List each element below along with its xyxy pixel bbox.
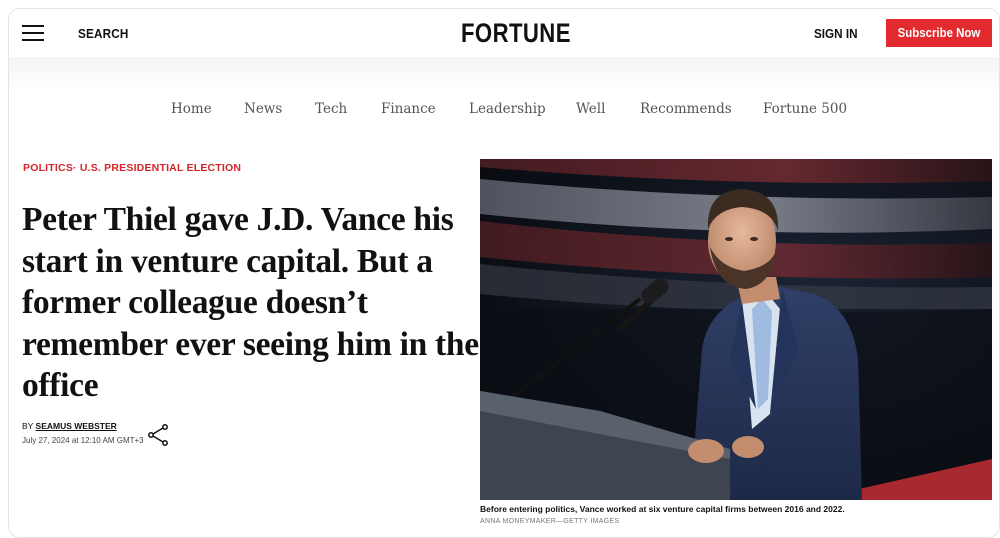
browser-page: SEARCH FORTUNE SIGN IN Subscribe Now Hom… xyxy=(8,8,1000,538)
article-hero-image[interactable] xyxy=(480,159,992,500)
share-icon[interactable] xyxy=(146,423,170,447)
image-caption: Before entering politics, Vance worked a… xyxy=(480,504,845,514)
nav-item-home[interactable]: Home xyxy=(171,101,212,117)
fortune-logo[interactable]: FORTUNE xyxy=(461,18,571,49)
nav-item-fortune-500[interactable]: Fortune 500 xyxy=(763,101,847,117)
article-byline: BY SEAMUS WEBSTER xyxy=(22,421,117,431)
nav-item-well[interactable]: Well xyxy=(576,101,605,117)
nav-item-recommends[interactable]: Recommends xyxy=(640,101,732,117)
article-category[interactable]: POLITICS· U.S. PRESIDENTIAL ELECTION xyxy=(23,162,241,174)
sign-in-link[interactable]: SIGN IN xyxy=(814,26,858,41)
article-date: July 27, 2024 at 12:10 AM GMT+3 xyxy=(22,436,144,445)
nav-item-tech[interactable]: Tech xyxy=(315,101,347,117)
subscribe-button[interactable]: Subscribe Now xyxy=(886,19,992,47)
menu-icon[interactable] xyxy=(22,25,44,41)
nav-item-news[interactable]: News xyxy=(244,101,282,117)
main-nav: Home News Tech Finance Leadership Well R… xyxy=(9,101,999,121)
author-link[interactable]: SEAMUS WEBSTER xyxy=(36,421,117,431)
image-credit: ANNA MONEYMAKER—GETTY IMAGES xyxy=(480,518,620,525)
nav-item-finance[interactable]: Finance xyxy=(381,101,436,117)
search-link[interactable]: SEARCH xyxy=(78,26,128,41)
nav-item-leadership[interactable]: Leadership xyxy=(469,101,546,117)
subscribe-label: Subscribe Now xyxy=(897,25,981,40)
site-header: SEARCH FORTUNE SIGN IN Subscribe Now xyxy=(9,9,999,57)
byline-prefix: BY xyxy=(22,421,36,431)
article-headline: Peter Thiel gave J.D. Vance his start in… xyxy=(22,201,479,404)
